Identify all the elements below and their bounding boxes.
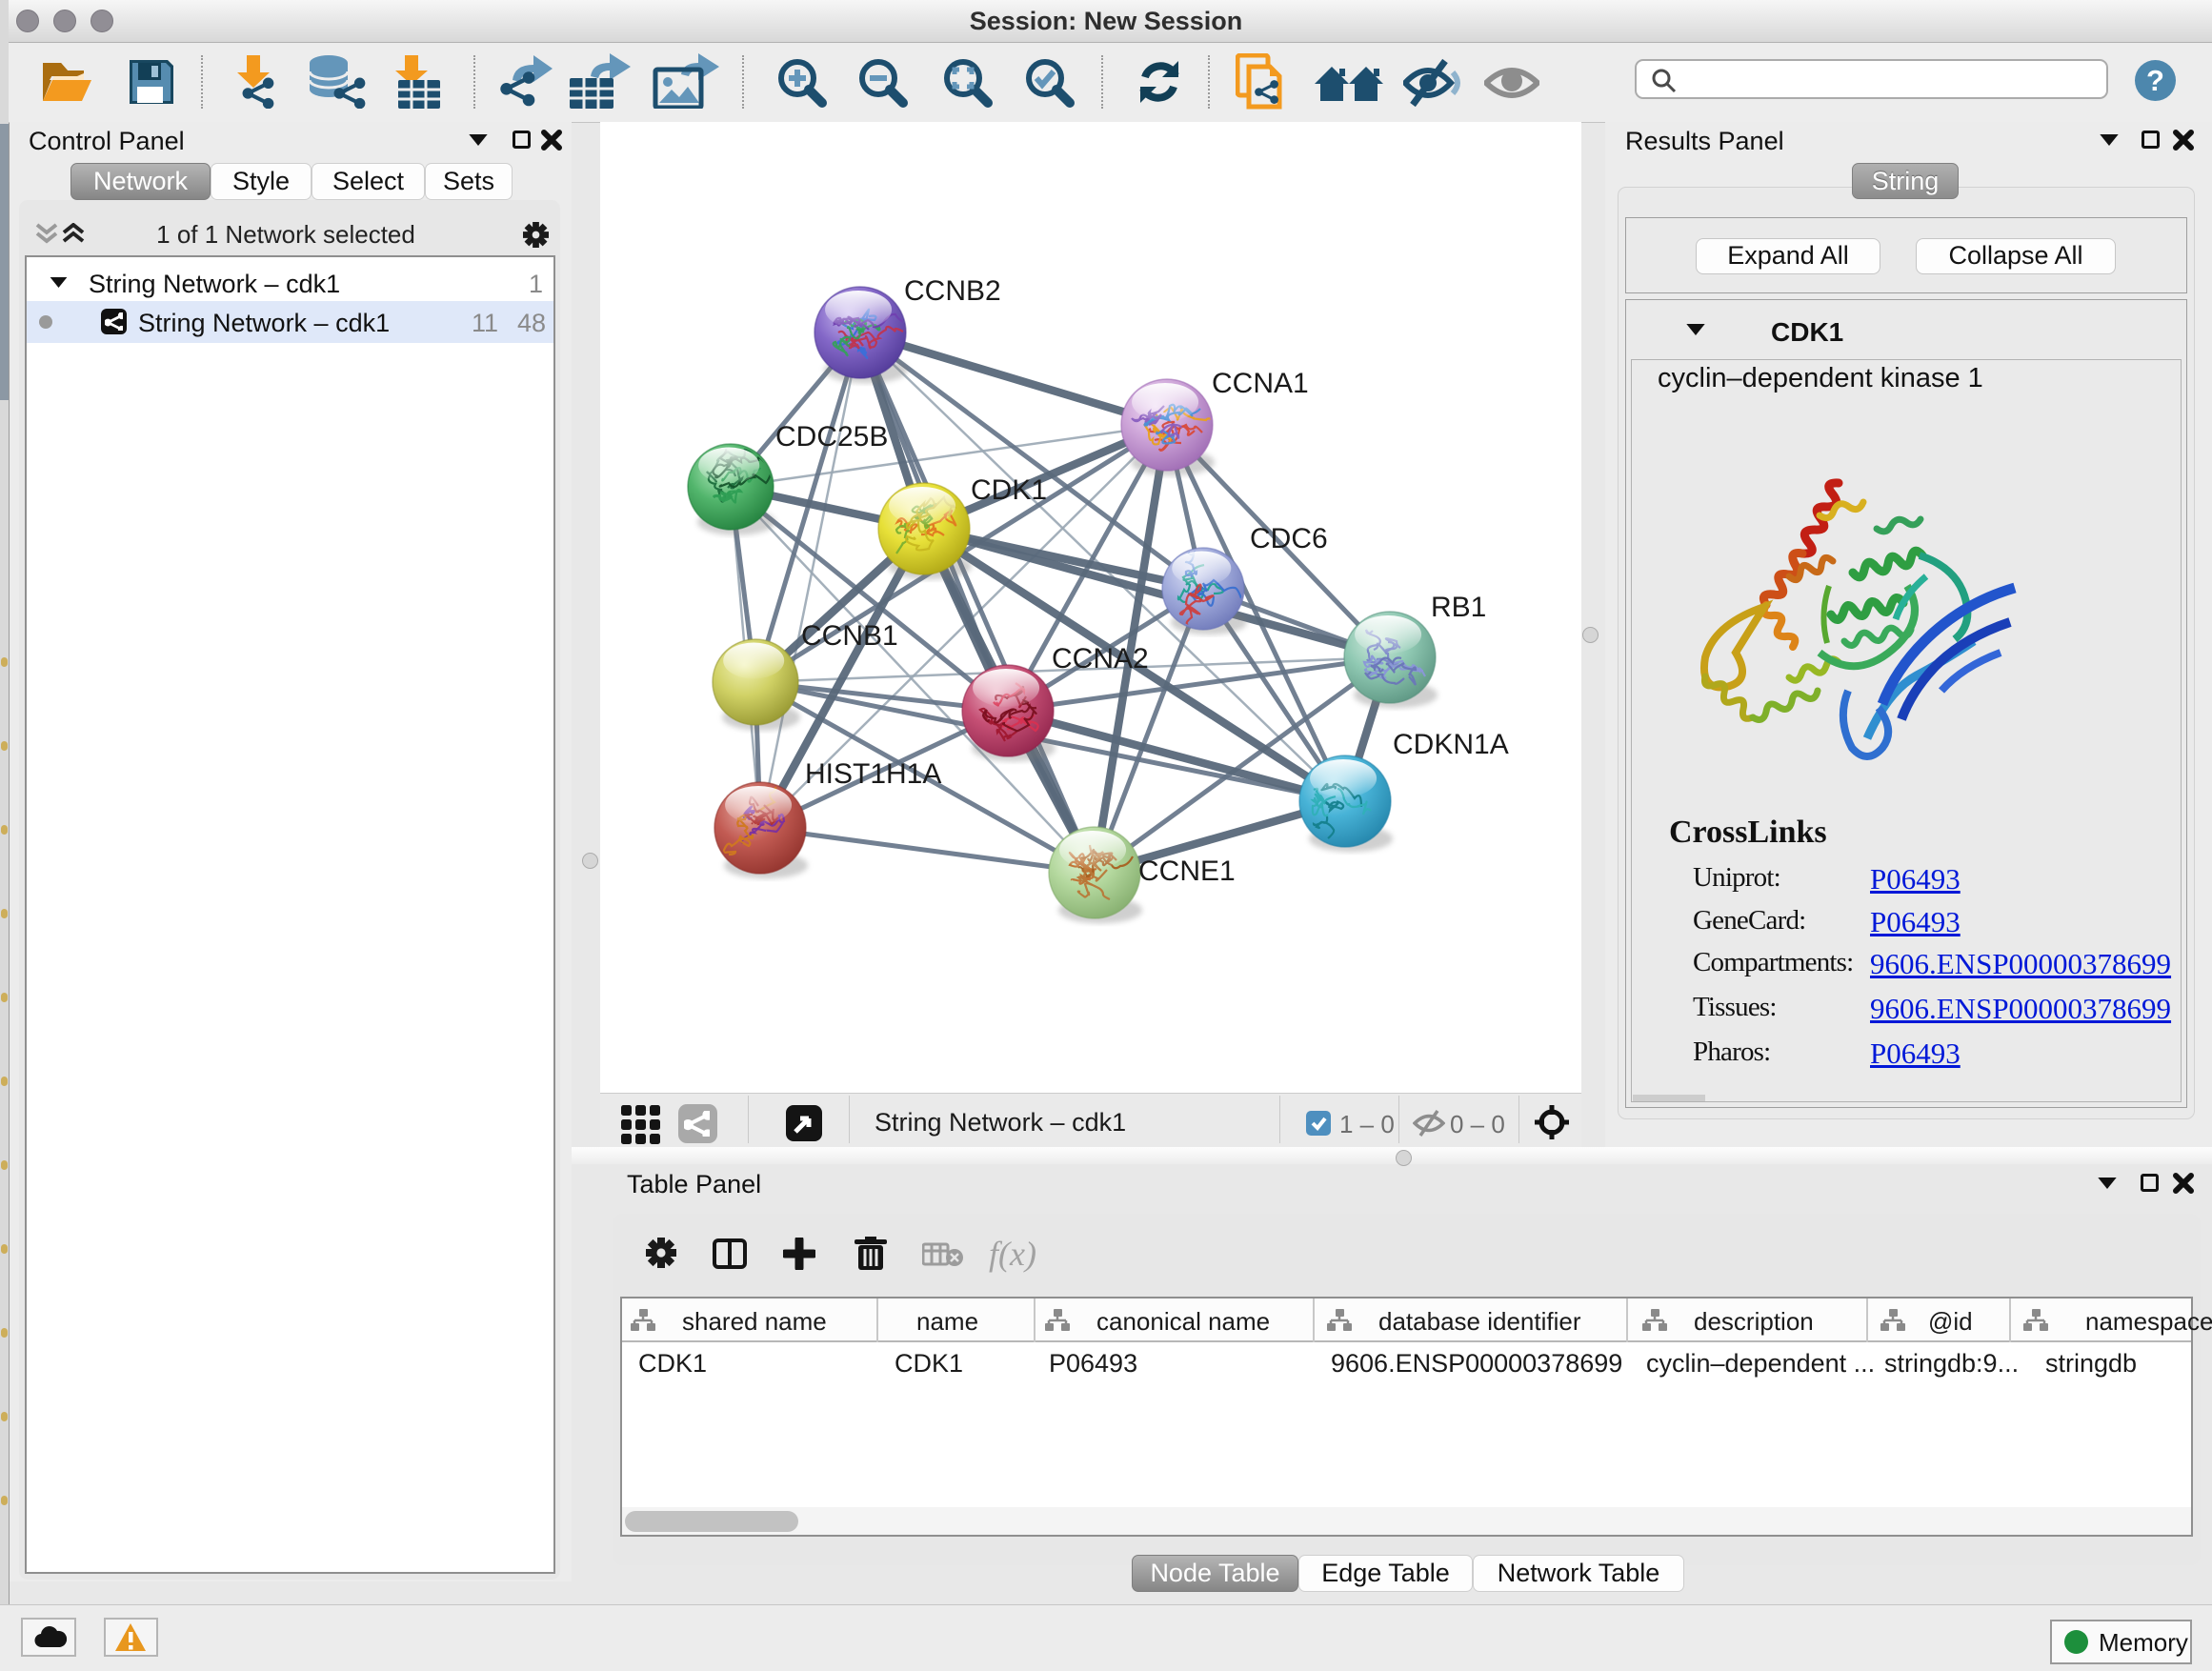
- svg-text:CCNA1: CCNA1: [1212, 368, 1309, 399]
- svg-text:CCNA2: CCNA2: [1052, 643, 1149, 674]
- svg-text:HIST1H1A: HIST1H1A: [805, 758, 941, 790]
- svg-text:CCNB2: CCNB2: [904, 275, 1001, 307]
- svg-text:CCNE1: CCNE1: [1138, 856, 1236, 887]
- svg-text:CDKN1A: CDKN1A: [1393, 729, 1509, 760]
- svg-text:CDC6: CDC6: [1250, 523, 1328, 554]
- svg-text:CDC25B: CDC25B: [775, 421, 888, 453]
- svg-text:CDK1: CDK1: [971, 474, 1047, 506]
- svg-text:CCNB1: CCNB1: [801, 620, 898, 652]
- svg-text:RB1: RB1: [1431, 592, 1486, 623]
